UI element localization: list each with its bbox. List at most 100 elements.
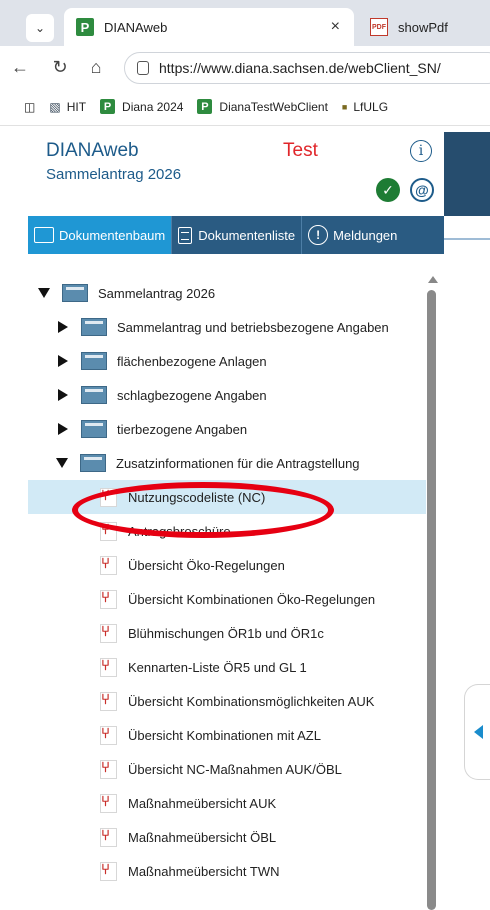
list-icon (178, 226, 193, 244)
tab-label: Meldungen (333, 227, 398, 243)
pdf-icon (100, 861, 117, 881)
tree-item-label: Antragsbroschüre (128, 523, 231, 539)
address-bar[interactable]: https://www.diana.sachsen.de/webClient_S… (124, 52, 490, 84)
back-arrow-icon[interactable]: ← (8, 55, 32, 79)
collapse-toggle-icon[interactable] (58, 355, 68, 367)
vertical-scrollbar[interactable] (427, 290, 436, 910)
folder-icon (34, 227, 54, 243)
info-icon[interactable]: i (410, 140, 432, 162)
bookmark-lfulg[interactable]: ■ LfULG (342, 100, 388, 114)
folder-icon (81, 420, 107, 438)
tab-list-dropdown-button[interactable]: ⌄ (26, 14, 54, 42)
email-icon[interactable]: @ (410, 178, 434, 202)
bookmark-label: Diana 2024 (122, 99, 184, 114)
app-subtitle: Sammelantrag 2026 (46, 166, 182, 183)
bookmark-dianatestwebclient[interactable]: P DianaTestWebClient (197, 99, 328, 114)
url-text: https://www.diana.sachsen.de/webClient_S… (159, 60, 441, 76)
folder-icon (81, 386, 107, 404)
tree-document[interactable]: Maßnahmeübersicht AUK (100, 786, 276, 820)
diana-favicon-icon: P (197, 99, 213, 114)
site-info-icon[interactable] (137, 61, 149, 75)
header-divider (444, 220, 490, 240)
tree-document[interactable]: Maßnahmeübersicht ÖBL (100, 820, 276, 854)
tree-document[interactable]: Maßnahmeübersicht TWN (100, 854, 279, 888)
tree-item-label: Nutzungscodeliste (NC) (128, 489, 266, 505)
tree-document[interactable]: Übersicht Kombinationen mit AZL (100, 718, 321, 752)
document-panel: DIANAweb Sammelantrag 2026 Test i ✓ @ Do… (28, 132, 444, 910)
pdf-icon (100, 487, 117, 507)
hit-icon: ▧ (49, 99, 61, 114)
tree-document[interactable]: Übersicht NC-Maßnahmen AUK/ÖBL (100, 752, 342, 786)
diana-favicon-icon: P (100, 99, 116, 114)
tree-item-label: Kennarten-Liste ÖR5 und GL 1 (128, 659, 307, 675)
reload-icon[interactable]: ↻ (48, 55, 72, 79)
view-tab-bar: Dokumentenbaum Dokumentenliste ! Meldung… (28, 216, 444, 254)
tree-item-label: Übersicht Öko-Regelungen (128, 557, 285, 573)
tree-document[interactable]: Übersicht Kombinationsmöglichkeiten AUK (100, 684, 374, 718)
pdf-icon (100, 589, 117, 609)
bookmark-label: LfULG (353, 99, 389, 114)
pdf-icon (100, 759, 117, 779)
bookmarks-toggle-icon[interactable]: ◫ (24, 100, 35, 114)
collapse-toggle-icon[interactable] (58, 389, 68, 401)
bookmark-label: DianaTestWebClient (219, 99, 328, 114)
bookmark-hit[interactable]: ▧ HIT (49, 100, 86, 114)
tab-dokumentenbaum[interactable]: Dokumentenbaum (28, 216, 172, 254)
close-icon[interactable]: × (331, 18, 340, 36)
bookmarks-bar: ◫ ▧ HIT P Diana 2024 P DianaTestWebClien… (0, 88, 490, 126)
browser-tab-showpdf[interactable]: PDF showPdf (362, 8, 490, 46)
tree-folder[interactable]: Sammelantrag und betriebsbezogene Angabe… (58, 310, 389, 344)
expand-toggle-icon[interactable] (56, 458, 68, 468)
tree-document[interactable]: Übersicht Öko-Regelungen (100, 548, 285, 582)
tree-item-label: Blühmischungen ÖR1b und ÖR1c (128, 625, 324, 641)
tree-item-label: Übersicht Kombinationen Öko-Regelungen (128, 591, 376, 607)
folder-icon (80, 454, 106, 472)
arrow-left-icon (474, 725, 483, 739)
scroll-up-arrow-icon[interactable] (428, 276, 438, 283)
expand-toggle-icon[interactable] (38, 288, 50, 298)
tree-item-label: Maßnahmeübersicht TWN (128, 863, 280, 879)
collapse-toggle-icon[interactable] (58, 423, 68, 435)
tree-document[interactable]: Kennarten-Liste ÖR5 und GL 1 (100, 650, 307, 684)
tree-folder[interactable]: tierbezogene Angaben (58, 412, 247, 446)
collapse-toggle-icon[interactable] (58, 321, 68, 333)
home-icon[interactable]: ⌂ (84, 55, 108, 79)
tree-item-label: tierbezogene Angaben (117, 421, 248, 437)
tree-folder[interactable]: Zusatzinformationen für die Antragstellu… (56, 446, 360, 480)
tree-document-selected[interactable]: Nutzungscodeliste (NC) (28, 480, 426, 514)
tree-document[interactable]: Blühmischungen ÖR1b und ÖR1c (100, 616, 324, 650)
folder-icon (81, 352, 107, 370)
tab-dokumentenliste[interactable]: Dokumentenliste (171, 216, 301, 254)
pdf-icon (100, 793, 117, 813)
pdf-icon (100, 827, 117, 847)
tree-item-label: schlagbezogene Angaben (117, 387, 267, 403)
tree-item-label: Sammelantrag und betriebsbezogene Angabe… (117, 319, 389, 335)
tree-document[interactable]: Übersicht Kombinationen Öko-Regelungen (100, 582, 375, 616)
browser-tab-title: showPdf (398, 19, 448, 35)
browser-tab-dianaweb[interactable]: P DIANAweb × (64, 8, 354, 46)
browser-tab-strip: ⌄ P DIANAweb × PDF showPdf (0, 0, 490, 46)
tree-root-sammelantrag[interactable]: Sammelantrag 2026 (38, 276, 215, 310)
alert-icon: ! (308, 225, 329, 245)
tree-folder[interactable]: schlagbezogene Angaben (58, 378, 267, 412)
app-title: DIANAweb (46, 140, 139, 161)
pdf-icon (100, 691, 117, 711)
bookmark-diana-2024[interactable]: P Diana 2024 (100, 99, 183, 114)
tree-item-label: Maßnahmeübersicht ÖBL (128, 829, 277, 845)
tab-meldungen[interactable]: ! Meldungen (301, 216, 403, 254)
tree-document[interactable]: Antragsbroschüre (100, 514, 231, 548)
diana-favicon-icon: P (76, 18, 94, 36)
status-ok-icon[interactable]: ✓ (376, 178, 400, 202)
collapse-panel-button[interactable] (464, 684, 490, 780)
folder-icon (62, 284, 88, 302)
tree-item-label: Zusatzinformationen für die Antragstellu… (116, 455, 360, 471)
header-band (444, 132, 490, 216)
main-content-area (444, 132, 490, 899)
tree-item-label: Übersicht NC-Maßnahmen AUK/ÖBL (128, 761, 342, 777)
tree-folder[interactable]: flächenbezogene Anlagen (58, 344, 267, 378)
tree-item-label: flächenbezogene Anlagen (117, 353, 267, 369)
bookmark-label: HIT (66, 99, 87, 114)
folder-icon (81, 318, 107, 336)
environment-label: Test (283, 140, 318, 161)
chevron-down-icon: ⌄ (34, 21, 46, 35)
